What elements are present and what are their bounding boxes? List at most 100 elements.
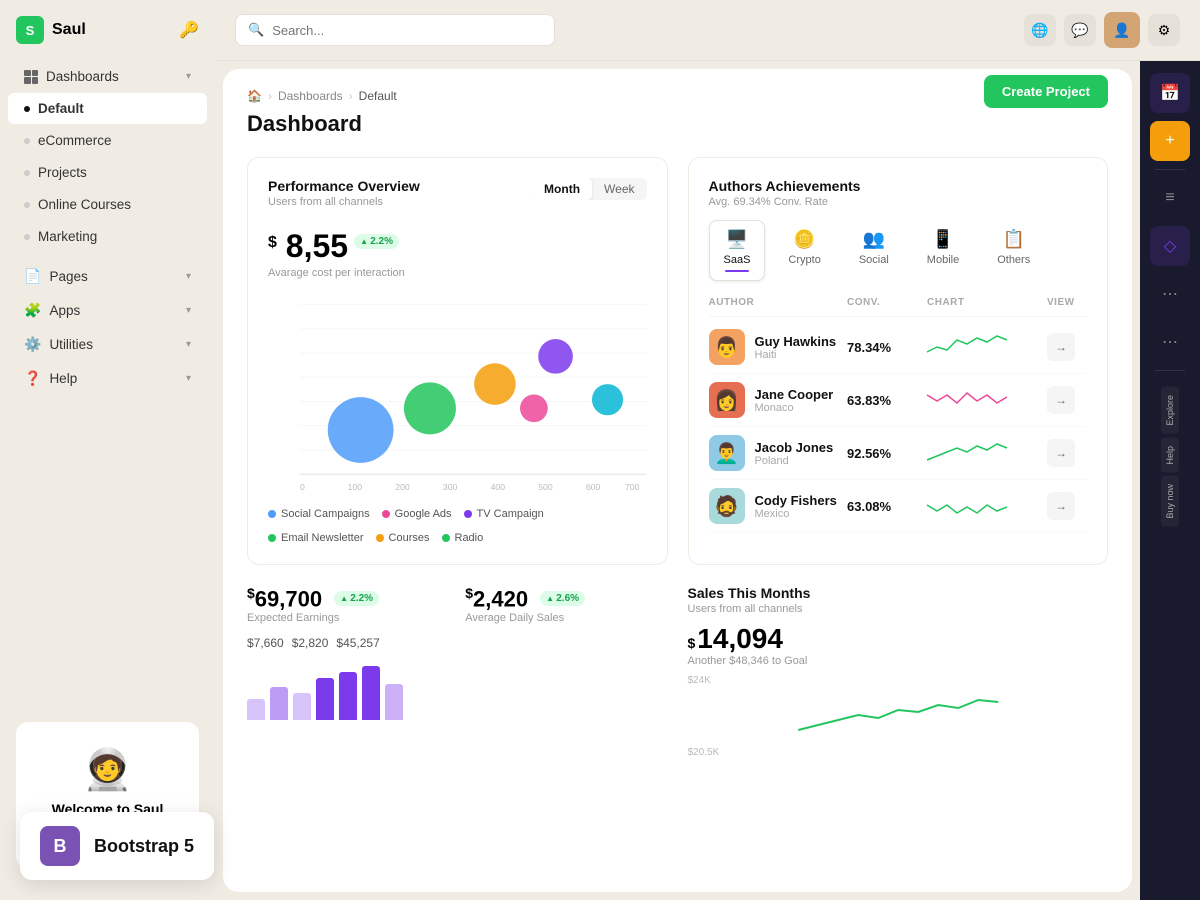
search-input[interactable] xyxy=(272,23,542,38)
cat-label-mobile: Mobile xyxy=(927,254,959,266)
rp-calendar-icon[interactable]: 📅 xyxy=(1150,73,1190,113)
bootstrap-icon: B xyxy=(40,826,80,866)
legend-dot-tv xyxy=(464,510,472,518)
sidebar-item-ecommerce[interactable]: eCommerce xyxy=(8,125,207,156)
legend-label-social: Social Campaigns xyxy=(281,508,370,520)
nav-label-utilities: Utilities xyxy=(49,337,93,352)
nav-dot xyxy=(24,170,30,176)
topbar: 🔍 🌐 💬 👤 ⚙ xyxy=(215,0,1200,61)
earnings-value: $69,700 xyxy=(247,585,322,612)
authors-card: Authors Achievements Avg. 69.34% Conv. R… xyxy=(688,157,1109,565)
earnings-card: $69,700 2.2% Expected Earnings $2,420 xyxy=(247,585,668,758)
cat-tab-saas[interactable]: 🖥️ SaaS xyxy=(709,220,766,281)
help-label[interactable]: Help xyxy=(1161,438,1179,473)
sales-title: Sales This Months xyxy=(688,585,1109,601)
legend-label-tv: TV Campaign xyxy=(477,508,544,520)
authors-title: Authors Achievements xyxy=(709,178,861,194)
header-conv: CONV. xyxy=(847,297,927,308)
breadcrumb-current: Default xyxy=(359,89,397,103)
user-avatar[interactable]: 👤 xyxy=(1104,12,1140,48)
rp-more2-icon[interactable]: ⋯ xyxy=(1150,322,1190,362)
author-country-2: Monaco xyxy=(755,402,834,414)
sidebar-item-help[interactable]: ❓ Help ▾ xyxy=(8,362,207,395)
author-country-1: Haiti xyxy=(755,349,837,361)
rp-menu-icon[interactable]: ≡ xyxy=(1150,178,1190,218)
notifications-icon[interactable]: 🌐 xyxy=(1024,14,1056,46)
app-logo: S Saul xyxy=(16,16,86,44)
author-country-4: Mexico xyxy=(755,508,837,520)
currency-sup: $ xyxy=(247,585,255,601)
performance-badge: 2.2% xyxy=(354,234,399,249)
currency-symbol: $ xyxy=(268,234,277,252)
bar-3 xyxy=(293,693,311,720)
mini-chart-4 xyxy=(927,491,1007,521)
mini-chart-2 xyxy=(927,385,1007,415)
breadcrumb: 🏠 › Dashboards › Default xyxy=(247,89,1108,103)
legend-dot-google-ads xyxy=(382,510,390,518)
rp-code-icon[interactable]: ◇ xyxy=(1150,226,1190,266)
chevron-icon: ▾ xyxy=(186,271,191,282)
author-row-4: 🧔 Cody Fishers Mexico 63.08% → xyxy=(709,480,1088,533)
settings-icon[interactable]: ⚙ xyxy=(1148,14,1180,46)
performance-title: Performance Overview xyxy=(268,178,420,194)
rp-add-icon[interactable]: + xyxy=(1150,121,1190,161)
sidebar: S Saul 🔑 Dashboards ▾ Default eCo xyxy=(0,0,215,900)
chevron-icon: ▾ xyxy=(186,339,191,350)
nav-dot xyxy=(24,138,30,144)
sidebar-item-default[interactable]: Default xyxy=(8,93,207,124)
back-button[interactable]: 🔑 xyxy=(179,20,199,40)
author-name-3: Jacob Jones xyxy=(755,440,834,455)
search-box[interactable]: 🔍 xyxy=(235,14,555,46)
chevron-icon: ▾ xyxy=(186,305,191,316)
sidebar-item-marketing[interactable]: Marketing xyxy=(8,221,207,252)
messages-icon[interactable]: 💬 xyxy=(1064,14,1096,46)
week-toggle[interactable]: Week xyxy=(592,178,646,200)
mobile-icon: 📱 xyxy=(932,229,954,250)
sidebar-item-projects[interactable]: Projects xyxy=(8,157,207,188)
cat-tab-others[interactable]: 📋 Others xyxy=(982,220,1045,281)
nav-label-marketing: Marketing xyxy=(38,229,97,244)
avatar-jacob-jones: 👨‍🦱 xyxy=(709,435,745,471)
social-icon: 👥 xyxy=(863,229,885,250)
rp-more-icon[interactable]: ⋯ xyxy=(1150,274,1190,314)
cat-tab-crypto[interactable]: 🪙 Crypto xyxy=(773,220,835,281)
view-btn-2[interactable]: → xyxy=(1047,386,1075,414)
rp-divider-2 xyxy=(1155,370,1185,371)
sales-chart xyxy=(688,690,1109,740)
buy-now-label[interactable]: Buy now xyxy=(1161,476,1179,527)
sidebar-item-online-courses[interactable]: Online Courses xyxy=(8,189,207,220)
bar-7 xyxy=(385,684,403,720)
sidebar-item-dashboards[interactable]: Dashboards ▾ xyxy=(8,61,207,92)
currency-sup2: $ xyxy=(465,585,473,601)
cat-tab-mobile[interactable]: 📱 Mobile xyxy=(912,220,974,281)
month-toggle[interactable]: Month xyxy=(532,178,592,200)
create-project-button[interactable]: Create Project xyxy=(984,75,1108,108)
breadcrumb-dashboards[interactable]: Dashboards xyxy=(278,89,343,103)
view-btn-1[interactable]: → xyxy=(1047,333,1075,361)
sidebar-item-utilities[interactable]: ⚙️ Utilities ▾ xyxy=(8,328,207,361)
earnings-badge: 2.2% xyxy=(334,591,379,606)
cat-label-saas: SaaS xyxy=(724,254,751,266)
nav-label-online-courses: Online Courses xyxy=(38,197,131,212)
sidebar-item-apps[interactable]: 🧩 Apps ▾ xyxy=(8,294,207,327)
svg-text:100: 100 xyxy=(348,482,363,491)
nav-label-default: Default xyxy=(38,101,84,116)
bootstrap-text: Bootstrap 5 xyxy=(94,836,194,857)
author-info-1: 👨 Guy Hawkins Haiti xyxy=(709,329,848,365)
bar-4 xyxy=(316,678,334,720)
earnings-label: Expected Earnings xyxy=(247,612,449,624)
legend-social: Social Campaigns xyxy=(268,508,370,520)
svg-text:500: 500 xyxy=(538,482,553,491)
topbar-right: 🌐 💬 👤 ⚙ xyxy=(1024,12,1180,48)
view-btn-4[interactable]: → xyxy=(1047,492,1075,520)
nav-label-dashboards: Dashboards xyxy=(46,69,119,84)
bootstrap-banner: B Bootstrap 5 xyxy=(20,812,214,880)
view-btn-3[interactable]: → xyxy=(1047,439,1075,467)
sidebar-item-pages[interactable]: 📄 Pages ▾ xyxy=(8,260,207,293)
cat-tab-social[interactable]: 👥 Social xyxy=(844,220,904,281)
author-name-1: Guy Hawkins xyxy=(755,334,837,349)
explore-label[interactable]: Explore xyxy=(1161,387,1179,434)
active-bar xyxy=(725,270,749,272)
daily-value: $2,420 xyxy=(465,585,528,612)
category-tabs: 🖥️ SaaS 🪙 Crypto 👥 Social xyxy=(709,220,1088,281)
